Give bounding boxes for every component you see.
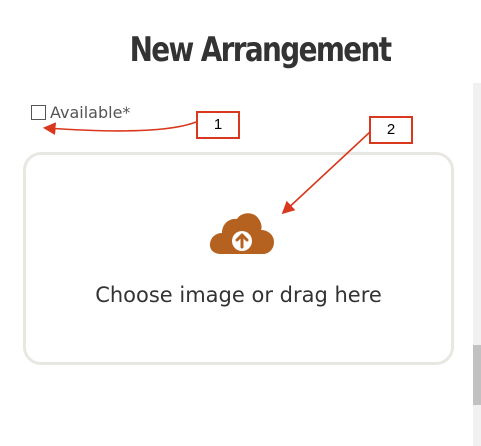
available-row: Available*: [31, 103, 130, 122]
annotation-arrow-1: [42, 121, 197, 136]
annotation-callout-1: 1: [196, 111, 240, 139]
image-upload-dropzone[interactable]: Choose image or drag here: [23, 152, 454, 365]
available-label: Available*: [50, 103, 131, 122]
cloud-upload-icon: [209, 213, 274, 254]
available-checkbox[interactable]: [31, 105, 46, 120]
page-title: New Arrangement: [129, 30, 392, 70]
upload-prompt: Choose image or drag here: [95, 283, 382, 307]
scrollbar-thumb[interactable]: [473, 345, 481, 405]
annotation-callout-2: 2: [369, 116, 413, 144]
